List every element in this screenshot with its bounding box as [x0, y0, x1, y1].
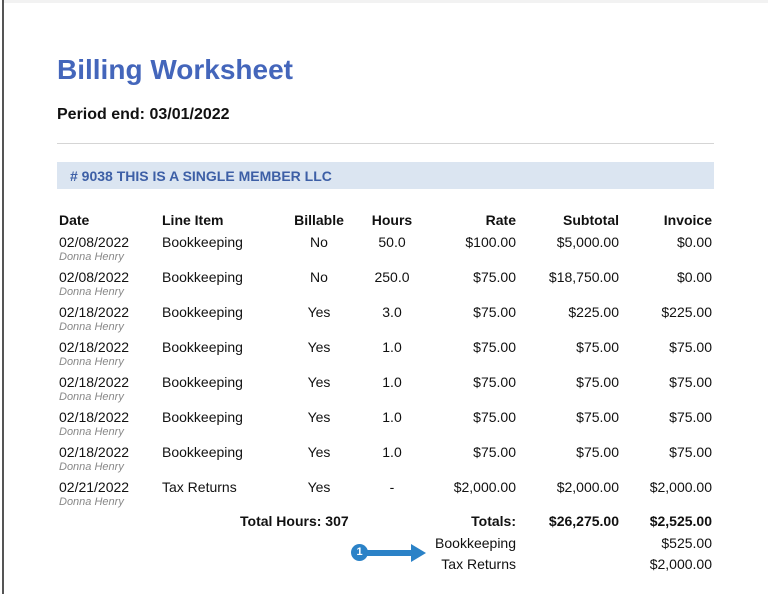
- total-hours: Total Hours: 307: [240, 513, 349, 529]
- cell-hours: 250.0: [374, 269, 410, 285]
- col-header-date: Date: [59, 212, 90, 228]
- cell-rate: $2,000.00: [453, 479, 516, 495]
- cell-rate: $75.00: [473, 269, 516, 285]
- cell-staff-name: Donna Henry: [59, 461, 124, 473]
- cell-hours: 1.0: [382, 444, 402, 460]
- cell-subtotal: $5,000.00: [556, 234, 619, 250]
- cell-staff-name: Donna Henry: [59, 426, 124, 438]
- cell-rate: $75.00: [473, 304, 516, 320]
- cell-line-item: Bookkeeping: [162, 409, 243, 425]
- cell-invoice: $0.00: [676, 269, 712, 285]
- cell-hours: 3.0: [382, 304, 402, 320]
- cell-billable: No: [310, 269, 328, 285]
- cell-hours: 1.0: [382, 374, 402, 390]
- client-header: # 9038 THIS IS A SINGLE MEMBER LLC: [57, 162, 714, 189]
- totals-invoice: $2,525.00: [649, 513, 712, 529]
- cell-hours: -: [389, 479, 395, 495]
- col-header-subtotal: Subtotal: [563, 212, 619, 228]
- cell-invoice: $75.00: [669, 409, 712, 425]
- cell-billable: Yes: [307, 409, 331, 425]
- page-left-border: [2, 0, 4, 594]
- cell-date: 02/18/2022: [59, 444, 130, 460]
- cell-billable: No: [310, 234, 328, 250]
- cell-line-item: Bookkeeping: [162, 444, 243, 460]
- page-top-border: [4, 0, 768, 3]
- cell-subtotal: $18,750.00: [548, 269, 619, 285]
- totals-label: Totals:: [471, 513, 516, 529]
- cell-staff-name: Donna Henry: [59, 391, 124, 403]
- cell-rate: $75.00: [473, 374, 516, 390]
- cell-billable: Yes: [307, 374, 331, 390]
- cell-invoice: $75.00: [669, 374, 712, 390]
- cell-date: 02/18/2022: [59, 304, 130, 320]
- cell-invoice: $2,000.00: [649, 479, 712, 495]
- cell-staff-name: Donna Henry: [59, 251, 124, 263]
- cell-date: 02/18/2022: [59, 374, 130, 390]
- cell-subtotal: $75.00: [576, 374, 619, 390]
- cell-line-item: Bookkeeping: [162, 374, 243, 390]
- cell-subtotal: $2,000.00: [556, 479, 619, 495]
- cell-line-item: Tax Returns: [162, 479, 237, 495]
- col-header-line-item: Line Item: [162, 212, 224, 228]
- cell-subtotal: $75.00: [576, 409, 619, 425]
- col-header-rate: Rate: [485, 212, 516, 228]
- cell-staff-name: Donna Henry: [59, 321, 124, 333]
- cell-rate: $75.00: [473, 409, 516, 425]
- page-title: Billing Worksheet: [57, 54, 293, 85]
- cell-hours: 1.0: [382, 339, 402, 355]
- cell-subtotal: $75.00: [576, 339, 619, 355]
- cell-date: 02/21/2022: [59, 479, 130, 495]
- cell-invoice: $75.00: [669, 339, 712, 355]
- col-header-invoice: Invoice: [663, 212, 712, 228]
- cell-hours: 1.0: [382, 409, 402, 425]
- cell-rate: $75.00: [473, 444, 516, 460]
- cell-line-item: Bookkeeping: [162, 269, 243, 285]
- cell-date: 02/08/2022: [59, 234, 130, 250]
- cell-staff-name: Donna Henry: [59, 286, 124, 298]
- cell-date: 02/18/2022: [59, 339, 130, 355]
- cell-line-item: Bookkeeping: [162, 339, 243, 355]
- cell-invoice: $75.00: [669, 444, 712, 460]
- cell-invoice: $225.00: [661, 304, 712, 320]
- cell-billable: Yes: [307, 479, 331, 495]
- cell-rate: $75.00: [473, 339, 516, 355]
- cell-staff-name: Donna Henry: [59, 496, 124, 508]
- col-header-billable: Billable: [294, 212, 344, 228]
- cell-billable: Yes: [307, 444, 331, 460]
- cell-line-item: Bookkeeping: [162, 234, 243, 250]
- cell-rate: $100.00: [465, 234, 516, 250]
- totals-subtotal: $26,275.00: [548, 513, 619, 529]
- period-end: Period end: 03/01/2022: [57, 106, 230, 123]
- cell-line-item: Bookkeeping: [162, 304, 243, 320]
- cell-date: 02/08/2022: [59, 269, 130, 285]
- cell-subtotal: $75.00: [576, 444, 619, 460]
- cell-staff-name: Donna Henry: [59, 356, 124, 368]
- divider: [57, 143, 714, 144]
- cell-billable: Yes: [307, 339, 331, 355]
- col-header-hours: Hours: [371, 212, 413, 228]
- cell-date: 02/18/2022: [59, 409, 130, 425]
- breakdown-amount: $525.00: [661, 535, 712, 551]
- cell-invoice: $0.00: [676, 234, 712, 250]
- cell-hours: 50.0: [378, 234, 406, 250]
- cell-subtotal: $225.00: [568, 304, 619, 320]
- cell-billable: Yes: [307, 304, 331, 320]
- arrow-right-icon: [366, 544, 426, 562]
- breakdown-amount: $2,000.00: [649, 556, 712, 572]
